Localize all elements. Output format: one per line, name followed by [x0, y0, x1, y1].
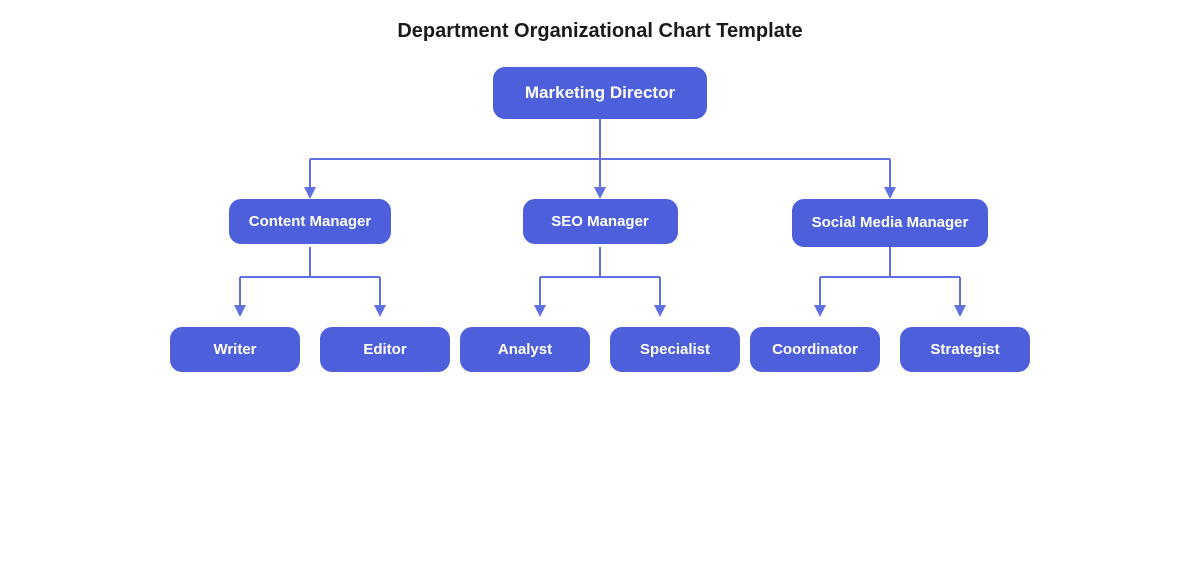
mid-level: Content Manager SEO Manager Social Media… [150, 199, 1050, 247]
node-social-media-manager: Social Media Manager [792, 199, 989, 247]
root-to-mid-connector [150, 119, 1050, 199]
page-title: Department Organizational Chart Template [397, 20, 802, 43]
org-chart: Department Organizational Chart Template… [0, 20, 1200, 372]
mid-to-leaf-connector [150, 247, 1050, 327]
node-editor: Editor [320, 327, 450, 372]
node-analyst: Analyst [460, 327, 590, 372]
leaf-level: Writer Editor Analyst Specialist Coordin… [150, 327, 1050, 372]
node-specialist: Specialist [610, 327, 740, 372]
node-root: Marketing Director [493, 67, 707, 119]
node-seo-manager: SEO Manager [523, 199, 678, 244]
node-writer: Writer [170, 327, 300, 372]
root-level: Marketing Director [0, 67, 1200, 119]
node-coordinator: Coordinator [750, 327, 880, 372]
node-strategist: Strategist [900, 327, 1030, 372]
node-content-manager: Content Manager [229, 199, 392, 244]
